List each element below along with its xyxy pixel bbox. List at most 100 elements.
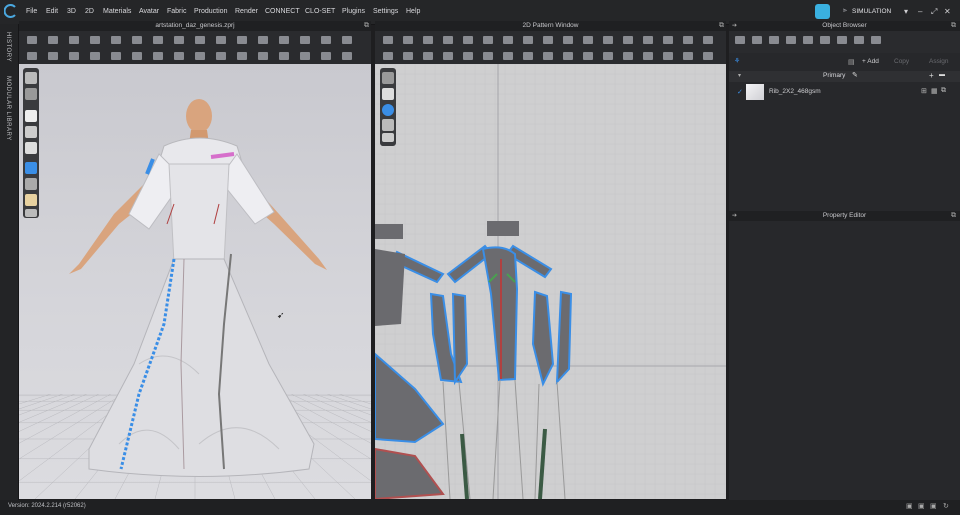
toolbar-tool-icon[interactable] <box>854 36 864 44</box>
toolbar-tool-icon[interactable] <box>735 36 745 44</box>
menu-2d[interactable]: 2D <box>85 8 94 15</box>
toolbar-tool-icon[interactable] <box>837 36 847 44</box>
toolbar-tool-icon[interactable] <box>483 36 493 44</box>
toolbar-tool-icon[interactable] <box>803 36 813 44</box>
toolbar-tool-icon[interactable] <box>403 52 413 60</box>
fabric-copy-icon[interactable]: ⧉ <box>941 87 946 95</box>
toolbar-tool-icon[interactable] <box>300 52 310 60</box>
maximize-icon[interactable]: ⤢ <box>931 7 937 17</box>
toolbar-tool-icon[interactable] <box>195 36 205 44</box>
avatar-garment-3d[interactable] <box>19 64 371 499</box>
minimize-icon[interactable]: – <box>918 7 922 16</box>
toolbar-tool-icon[interactable] <box>48 52 58 60</box>
toolbar-tool-icon[interactable] <box>443 52 453 60</box>
checkmark-icon[interactable]: ✓ <box>737 88 743 96</box>
toolbar-tool-icon[interactable] <box>279 36 289 44</box>
toolbar-tool-icon[interactable] <box>603 36 613 44</box>
toolbar-tool-icon[interactable] <box>300 36 310 44</box>
menu-materials[interactable]: Materials <box>103 8 131 15</box>
add-folder-icon[interactable]: ▬ <box>939 72 945 78</box>
toolbar-tool-icon[interactable] <box>563 36 573 44</box>
close-icon[interactable]: ✕ <box>944 7 951 16</box>
simulation-label[interactable]: SIMULATION <box>852 8 891 15</box>
toolbar-tool-icon[interactable] <box>463 52 473 60</box>
assign-button[interactable]: Assign <box>929 58 949 65</box>
add-button[interactable]: + Add <box>862 58 879 65</box>
clo-logo-icon[interactable] <box>4 4 18 18</box>
menu-render[interactable]: Render <box>235 8 258 15</box>
toolbar-tool-icon[interactable] <box>752 36 762 44</box>
window-2d-float-icon[interactable]: ⧉ <box>719 22 724 30</box>
toolbar-tool-icon[interactable] <box>786 36 796 44</box>
tab-history[interactable]: HISTORY <box>5 32 11 62</box>
fabric-add-icon[interactable]: ⊞ <box>921 87 927 95</box>
pattern-pieces[interactable] <box>375 64 726 499</box>
toolbar-tool-icon[interactable] <box>237 52 247 60</box>
toolbar-tool-icon[interactable] <box>703 52 713 60</box>
menu-edit[interactable]: Edit <box>46 8 58 15</box>
toolbar-tool-icon[interactable] <box>683 36 693 44</box>
toolbar-tool-icon[interactable] <box>503 52 513 60</box>
toolbar-tool-icon[interactable] <box>543 52 553 60</box>
toolbar-tool-icon[interactable] <box>153 36 163 44</box>
toolbar-tool-icon[interactable] <box>111 52 121 60</box>
toolbar-tool-icon[interactable] <box>643 52 653 60</box>
menu-plugins[interactable]: Plugins <box>342 8 365 15</box>
toolbar-tool-icon[interactable] <box>342 36 352 44</box>
property-collapse-arrow-icon[interactable]: ➔ <box>732 212 737 219</box>
toolbar-tool-icon[interactable] <box>503 36 513 44</box>
toolbar-tool-icon[interactable] <box>623 36 633 44</box>
viewport-2d[interactable] <box>375 64 726 499</box>
toolbar-tool-icon[interactable] <box>463 36 473 44</box>
menu-3d[interactable]: 3D <box>67 8 76 15</box>
toolbar-tool-icon[interactable] <box>523 52 533 60</box>
toolbar-tool-icon[interactable] <box>69 52 79 60</box>
toolbar-tool-icon[interactable] <box>174 52 184 60</box>
object-browser-float-icon[interactable]: ⧉ <box>951 22 956 30</box>
tab-modular-library[interactable]: MODULAR LIBRARY <box>5 76 11 141</box>
fabric-icon[interactable]: ⚘ <box>734 57 740 65</box>
toolbar-tool-icon[interactable] <box>48 36 58 44</box>
toolbar-tool-icon[interactable] <box>321 52 331 60</box>
toolbar-tool-icon[interactable] <box>383 36 393 44</box>
toolbar-tool-icon[interactable] <box>583 52 593 60</box>
toolbar-tool-icon[interactable] <box>563 52 573 60</box>
collapse-arrow-icon[interactable]: ➔ <box>732 22 737 29</box>
status-icon-3[interactable]: ▣ <box>930 502 937 510</box>
toolbar-tool-icon[interactable] <box>27 36 37 44</box>
window-3d-float-icon[interactable]: ⧉ <box>364 22 369 30</box>
menu-help[interactable]: Help <box>406 8 420 15</box>
toolbar-tool-icon[interactable] <box>603 52 613 60</box>
menu-clo-set[interactable]: CLO-SET <box>305 8 335 15</box>
toolbar-tool-icon[interactable] <box>543 36 553 44</box>
menu-settings[interactable]: Settings <box>373 8 398 15</box>
toolbar-tool-icon[interactable] <box>216 52 226 60</box>
toolbar-tool-icon[interactable] <box>321 36 331 44</box>
menu-production[interactable]: Production <box>194 8 227 15</box>
toolbar-tool-icon[interactable] <box>174 36 184 44</box>
toolbar-tool-icon[interactable] <box>871 36 881 44</box>
toolbar-tool-icon[interactable] <box>279 52 289 60</box>
toolbar-tool-icon[interactable] <box>443 36 453 44</box>
folder-icon[interactable]: ▤ <box>848 58 855 66</box>
menu-connect[interactable]: CONNECT <box>265 8 300 15</box>
clo-set-logo-icon[interactable] <box>815 4 830 19</box>
toolbar-tool-icon[interactable] <box>132 52 142 60</box>
toolbar-tool-icon[interactable] <box>663 36 673 44</box>
viewport-3d[interactable]: ➹ <box>19 64 371 499</box>
toolbar-tool-icon[interactable] <box>423 36 433 44</box>
toolbar-tool-icon[interactable] <box>663 52 673 60</box>
fabric-layers-icon[interactable]: ▦ <box>931 87 938 95</box>
toolbar-tool-icon[interactable] <box>820 36 830 44</box>
toolbar-tool-icon[interactable] <box>683 52 693 60</box>
toolbar-tool-icon[interactable] <box>583 36 593 44</box>
toolbar-tool-icon[interactable] <box>132 36 142 44</box>
status-icon-2[interactable]: ▣ <box>918 502 925 510</box>
fabric-list-item[interactable]: ✓ Rib_2X2_468gsm ⊞ ▦ ⧉ <box>729 83 960 101</box>
toolbar-tool-icon[interactable] <box>342 52 352 60</box>
toolbar-tool-icon[interactable] <box>90 36 100 44</box>
toolbar-tool-icon[interactable] <box>195 52 205 60</box>
toolbar-tool-icon[interactable] <box>258 52 268 60</box>
toolbar-tool-icon[interactable] <box>153 52 163 60</box>
toolbar-tool-icon[interactable] <box>483 52 493 60</box>
